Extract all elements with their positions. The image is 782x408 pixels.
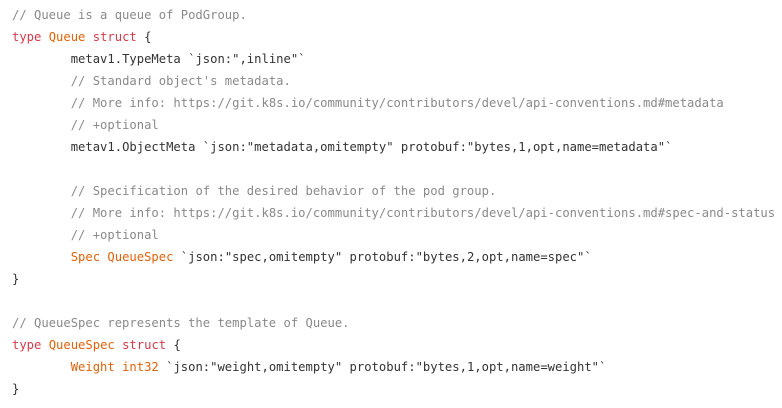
code-block: // Queue is a queue of PodGroup. type Que… — [12, 4, 775, 400]
code-token-kw: type — [12, 30, 42, 44]
code-line: Spec QueueSpec `json:"spec,omitempty" pr… — [12, 246, 775, 268]
code-line: } — [12, 268, 775, 290]
code-token-plain: metav1.ObjectMeta `json:"metadata,omitem… — [70, 140, 673, 154]
code-line: // More info: https://git.k8s.io/communi… — [12, 92, 775, 114]
code-line: type Queue struct { — [12, 26, 775, 48]
code-token-comment: // +optional — [70, 228, 159, 242]
code-token-comment: // Queue is a queue of PodGroup. — [12, 8, 247, 22]
code-token-type: Spec — [70, 250, 101, 264]
code-token-plain: `json:"spec,omitempty" protobuf:"bytes,2… — [173, 250, 592, 264]
code-token-plain: { — [136, 30, 152, 44]
code-line: // QueueSpec represents the template of … — [12, 312, 775, 334]
code-line: // More info: https://git.k8s.io/communi… — [12, 202, 775, 224]
code-line: } — [12, 378, 775, 400]
code-token-type: Weight — [70, 360, 115, 374]
code-token-plain: `json:"weight,omitempty" protobuf:"bytes… — [158, 360, 607, 374]
code-token-kw: struct — [92, 30, 137, 44]
code-token-comment: // QueueSpec represents the template of … — [12, 316, 350, 330]
code-token-plain: { — [166, 338, 181, 352]
code-token-plain: } — [12, 272, 20, 286]
code-token-type: QueueSpec — [48, 338, 115, 352]
code-line: // Queue is a queue of PodGroup. — [12, 4, 775, 26]
code-token-plain: metav1.TypeMeta `json:",inline"` — [70, 52, 306, 66]
code-line: // +optional — [12, 224, 775, 246]
code-line: metav1.TypeMeta `json:",inline"` — [12, 48, 775, 70]
code-token-type: int32 — [122, 360, 159, 374]
code-token-comment: // +optional — [70, 118, 159, 132]
code-token-kw: type — [12, 338, 42, 352]
code-line: // Specification of the desired behavior… — [12, 180, 775, 202]
code-line: // +optional — [12, 114, 775, 136]
code-token-comment: // Standard object's metadata. — [70, 74, 291, 88]
code-token-plain: } — [12, 382, 20, 396]
code-token-comment: // More info: https://git.k8s.io/communi… — [70, 206, 776, 220]
code-line: type QueueSpec struct { — [12, 334, 775, 356]
code-line: Weight int32 `json:"weight,omitempty" pr… — [12, 356, 775, 378]
code-line: metav1.ObjectMeta `json:"metadata,omitem… — [12, 136, 775, 158]
code-token-comment: // Specification of the desired behavior… — [70, 184, 497, 198]
code-token-comment: // More info: https://git.k8s.io/communi… — [70, 96, 724, 110]
code-line: // Standard object's metadata. — [12, 70, 775, 92]
code-token-type: Queue — [48, 30, 86, 44]
code-token-type: QueueSpec — [107, 250, 174, 264]
code-token-kw: struct — [122, 338, 167, 352]
